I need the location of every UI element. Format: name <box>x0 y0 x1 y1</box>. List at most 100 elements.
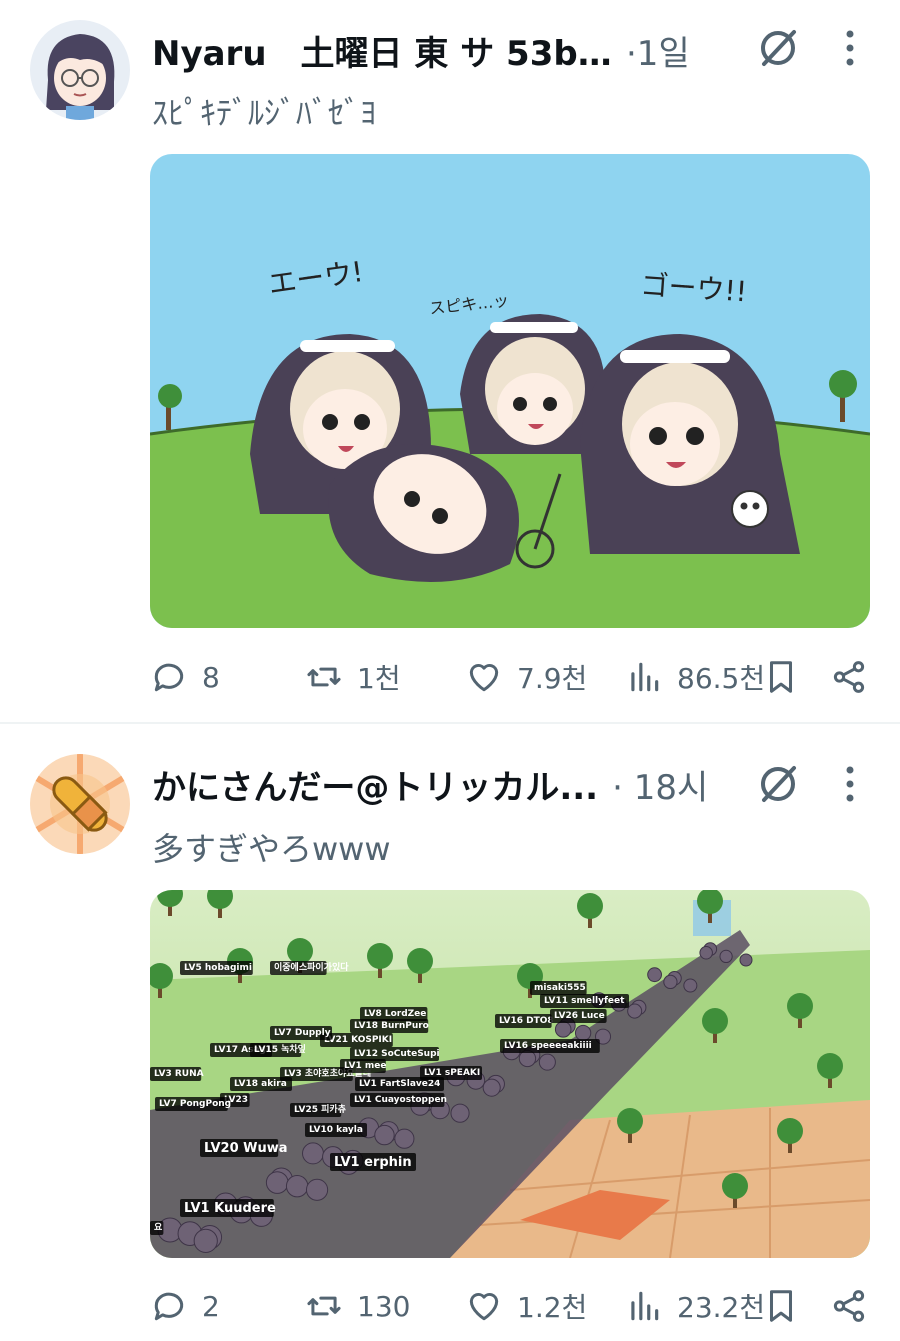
player-avatar <box>739 953 753 967</box>
grok-icon[interactable] <box>756 762 800 806</box>
like-button[interactable]: 7.9천 <box>465 652 587 702</box>
repost-button[interactable]: 1천 <box>305 652 401 702</box>
player-avatar <box>663 974 678 990</box>
player-label: LV26 Luce <box>550 1009 607 1023</box>
svg-text:LV16 speeeeakiiii: LV16 speeeeakiiii <box>504 1041 592 1051</box>
avatar-image <box>30 754 130 854</box>
player-avatar <box>285 1174 309 1198</box>
like-icon <box>469 1292 499 1321</box>
player-label: LV20 Wuwa <box>200 1139 288 1157</box>
svg-text:LV25 피카츄: LV25 피카츄 <box>294 1103 346 1115</box>
svg-text:LV1 Cuayostoppen: LV1 Cuayostoppen <box>354 1095 447 1105</box>
svg-text:LV7 PongPong: LV7 PongPong <box>159 1099 231 1109</box>
player-avatar <box>683 978 698 993</box>
svg-text:LV10 kayla: LV10 kayla <box>309 1125 363 1135</box>
reply-icon <box>154 663 184 692</box>
share-icon[interactable] <box>830 658 868 696</box>
player-label: LV1 sPEAKI <box>420 1066 482 1080</box>
player-avatar <box>574 1024 592 1042</box>
player-avatar <box>265 1171 289 1194</box>
player-label: LV16 DTO8 <box>495 1014 554 1028</box>
player-avatar <box>699 946 713 960</box>
tweet-image[interactable]: LV1 Kuudere LV1 erphin LV20 Wuwa LV10 kayla… <box>150 890 870 1258</box>
timestamp[interactable]: ·1일 <box>626 26 690 75</box>
avatar-image <box>30 20 130 120</box>
svg-text:LV18 BurnPuro: LV18 BurnPuro <box>354 1021 429 1031</box>
author-name[interactable]: Nyaru 土曜日 東 サ 53b ... <box>152 26 612 75</box>
like-button[interactable]: 1.2천 <box>465 1281 587 1331</box>
tweet-text: ｽﾋﾟｷﾃﾞﾙｼﾞﾊﾞｾﾞﾖ <box>152 94 377 132</box>
svg-text:misaki555: misaki555 <box>534 983 586 993</box>
more-icon[interactable] <box>840 762 860 806</box>
views-button[interactable]: 86.5천 <box>625 652 765 702</box>
svg-text:LV20 Wuwa: LV20 Wuwa <box>204 1141 288 1156</box>
more-icon[interactable] <box>840 26 860 70</box>
tweet-text: 多すぎやろwww <box>152 830 391 868</box>
reply-count: 8 <box>202 660 220 694</box>
view-count: 86.5천 <box>677 662 766 695</box>
share-icon[interactable] <box>830 1287 868 1325</box>
reply-icon <box>154 1292 184 1321</box>
player-avatar <box>482 1078 501 1097</box>
player-avatar <box>538 1053 556 1071</box>
repost-count: 1천 <box>357 662 401 695</box>
player-avatar <box>450 1103 470 1123</box>
avatar[interactable] <box>30 20 130 120</box>
player-label: 요 <box>150 1221 164 1235</box>
player-avatar <box>554 1021 572 1038</box>
svg-text:LV1 mee: LV1 mee <box>344 1061 386 1071</box>
player-avatar <box>719 949 733 964</box>
svg-text:LV26 Luce: LV26 Luce <box>554 1011 605 1021</box>
player-label: LV5 hobagimi <box>180 961 253 975</box>
tweet[interactable]: かにさんだー@トリッカル... · 18시 多すぎやろwww LV1 Kuude… <box>0 724 900 1341</box>
tweet-header: かにさんだー@トリッカル... · 18시 <box>152 754 708 814</box>
player-avatar <box>302 1142 324 1165</box>
player-avatar <box>647 967 662 983</box>
grok-icon[interactable] <box>756 26 800 70</box>
player-label: LV1 mee <box>340 1059 386 1073</box>
player-label: LV16 speeeeakiiii <box>500 1039 600 1053</box>
repost-count: 130 <box>357 1289 411 1323</box>
reply-button[interactable]: 8 <box>150 652 220 702</box>
like-icon <box>469 663 499 692</box>
svg-text:LV1 FartSlave24: LV1 FartSlave24 <box>359 1079 440 1089</box>
bookmark-icon[interactable] <box>762 658 800 696</box>
author-name[interactable]: かにさんだー@トリッカル... <box>152 760 598 809</box>
player-avatar <box>305 1178 329 1201</box>
svg-text:LV1 erphin: LV1 erphin <box>334 1155 412 1170</box>
svg-text:LV16 DTO8: LV16 DTO8 <box>499 1016 554 1026</box>
player-label: LV1 erphin <box>330 1153 416 1171</box>
player-label: LV12 SoCuteSupi <box>350 1047 440 1061</box>
svg-text:LV7 Dupply: LV7 Dupply <box>274 1028 331 1038</box>
player-label: LV15 녹차잎 <box>250 1043 306 1057</box>
views-icon <box>631 662 659 692</box>
action-bar: 2 130 1.2천 23.2천 <box>150 1281 870 1331</box>
player-label: 이중에스파이가있다 <box>270 961 349 975</box>
svg-text:요: 요 <box>154 1222 163 1233</box>
svg-text:LV1 sPEAKI: LV1 sPEAKI <box>424 1068 480 1078</box>
player-label: LV1 Cuayostoppen <box>350 1093 447 1107</box>
timestamp[interactable]: · 18시 <box>612 760 708 809</box>
reply-button[interactable]: 2 <box>150 1281 220 1331</box>
player-label: LV7 PongPong <box>155 1097 231 1111</box>
svg-text:LV1 Kuudere: LV1 Kuudere <box>184 1201 276 1216</box>
tweet-image[interactable]: エーウ! スピキ…ッ ゴーウ!! <box>150 154 870 628</box>
avatar[interactable] <box>30 754 130 854</box>
repost-button[interactable]: 130 <box>305 1281 410 1331</box>
player-label: LV7 Dupply <box>270 1026 332 1040</box>
player-avatar <box>374 1124 395 1146</box>
like-count: 7.9천 <box>517 662 588 695</box>
views-icon <box>631 1291 659 1321</box>
player-label: LV8 LordZee <box>360 1007 428 1021</box>
player-label: LV11 smellyfeet <box>540 994 629 1008</box>
player-avatar <box>193 1228 218 1253</box>
tweet[interactable]: Nyaru 土曜日 東 サ 53b ... ·1일 ｽﾋﾟｷﾃﾞﾙｼﾞﾊﾞｾﾞﾖ… <box>0 0 900 722</box>
svg-text:LV8 LordZee: LV8 LordZee <box>364 1009 426 1019</box>
bookmark-icon[interactable] <box>762 1287 800 1325</box>
svg-text:LV11 smellyfeet: LV11 smellyfeet <box>544 996 625 1006</box>
player-avatar <box>394 1128 415 1149</box>
tweet-header: Nyaru 土曜日 東 サ 53b ... ·1일 <box>152 20 690 80</box>
views-button[interactable]: 23.2천 <box>625 1281 765 1331</box>
svg-text:LV12 SoCuteSupi: LV12 SoCuteSupi <box>354 1049 440 1059</box>
player-label: LV10 kayla <box>305 1123 367 1137</box>
